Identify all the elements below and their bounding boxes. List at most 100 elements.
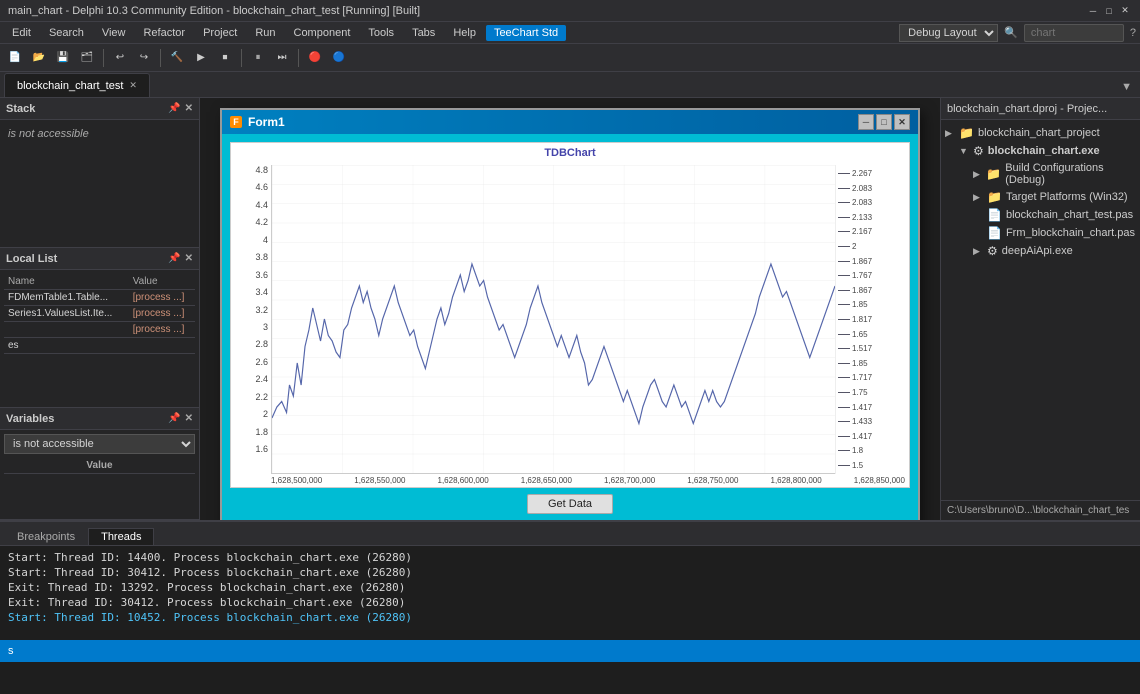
close-btn[interactable]: ✕ [1118,4,1132,18]
stack-pin-icon[interactable]: 📌 [168,103,180,114]
row-value [129,338,195,354]
menu-teechart[interactable]: TeeChart Std [486,25,566,41]
list-close-icon[interactable]: ✕ [185,253,193,264]
console-line: Exit: Thread ID: 13292. Process blockcha… [8,580,1132,595]
tab-blockchain-chart-test[interactable]: blockchain_chart_test ✕ [4,73,150,97]
tab-dropdown-btn[interactable]: ▼ [1117,77,1136,97]
menu-bar: Edit Search View Refactor Project Run Co… [0,22,1140,44]
legend-item: 1.5 [838,461,903,470]
vars-pin-icon[interactable]: 📌 [168,413,180,424]
menu-edit[interactable]: Edit [4,25,39,41]
variables-panel-title: Variables [6,413,54,425]
y-1.6: 1.6 [235,444,268,454]
variables-table: Value [4,458,195,474]
help-icon[interactable]: ? [1130,27,1136,39]
menu-search[interactable]: Search [41,25,92,41]
row-name: FDMemTable1.Table... [4,290,129,306]
tree-item-exe[interactable]: ▼ ⚙ blockchain_chart.exe [945,142,1136,160]
toolbar-extra1[interactable]: 🔴 [304,47,326,69]
row-name [4,322,129,338]
toolbar-save[interactable]: 💾 [52,47,74,69]
maximize-btn[interactable]: □ [1102,4,1116,18]
menu-refactor[interactable]: Refactor [135,25,193,41]
stack-not-accessible: is not accessible [4,124,195,144]
legend-item: 1.85 [838,359,903,368]
project-tree: ▶ 📁 blockchain_chart_project ▼ ⚙ blockch… [941,120,1140,500]
project-panel-header: blockchain_chart.dproj - Projec... [941,98,1140,120]
console-tab-breakpoints[interactable]: Breakpoints [4,528,88,545]
tree-item-label: blockchain_chart_project [978,127,1100,139]
form-close-btn[interactable]: ✕ [894,114,910,130]
tree-item-project[interactable]: ▶ 📁 blockchain_chart_project [945,124,1136,142]
legend-item: 1.767 [838,271,903,280]
y-4.6: 4.6 [235,182,268,192]
menu-tools[interactable]: Tools [360,25,402,41]
tab-label: blockchain_chart_test [17,80,123,92]
console-tab-threads[interactable]: Threads [88,528,154,545]
menu-help[interactable]: Help [445,25,484,41]
variables-dropdown[interactable]: is not accessible [4,434,195,454]
row-name: Series1.ValuesList.Ite... [4,306,129,322]
stack-close-icon[interactable]: ✕ [185,103,193,114]
tree-item-frm-pas[interactable]: ▶ 📄 Frm_blockchain_chart.pas [945,224,1136,242]
toolbar-new[interactable]: 📄 [4,47,26,69]
menu-project[interactable]: Project [195,25,245,41]
chart-container: TDBChart 4.8 4.6 4.4 4.2 4 3.8 3.6 [230,142,910,488]
stack-panel-content: is not accessible [0,120,199,247]
toolbar-run[interactable]: ▶ [190,47,212,69]
chart-title: TDBChart [231,143,909,161]
stack-panel-buttons: 📌 ✕ [168,103,193,114]
y-2.2: 2.2 [235,392,268,402]
legend-item: 2.167 [838,227,903,236]
tree-item-label: Target Platforms (Win32) [1006,191,1128,203]
stack-panel: Stack 📌 ✕ is not accessible [0,98,199,248]
debug-layout-select[interactable]: Debug Layout [899,24,998,42]
row-value: [process ...] [129,322,195,338]
sep1 [103,49,104,67]
menu-view[interactable]: View [94,25,134,41]
pas-file-icon: 📄 [987,208,1002,222]
tree-item-deepai-exe[interactable]: ▶ ⚙ deepAiApi.exe [945,242,1136,260]
vars-close-icon[interactable]: ✕ [185,413,193,424]
get-data-button[interactable]: Get Data [527,494,613,514]
legend-item: 2.083 [838,198,903,207]
left-panels: Stack 📌 ✕ is not accessible Local List 📌… [0,98,200,520]
toolbar-extra2[interactable]: 🔵 [328,47,350,69]
minimize-btn[interactable]: ─ [1086,4,1100,18]
toolbar-step[interactable]: ⏭ [271,47,293,69]
variables-panel: Variables 📌 ✕ is not accessible Value [0,408,199,520]
row-name: es [4,338,129,354]
tree-item-chart-test-pas[interactable]: ▶ 📄 blockchain_chart_test.pas [945,206,1136,224]
list-col-name: Name [4,274,129,290]
toolbar-stop[interactable]: ⏹ [214,47,236,69]
vars-col-value: Value [4,458,195,474]
list-panel-title: Local List [6,253,57,265]
toolbar-undo[interactable]: ↩ [109,47,131,69]
y-3.8: 3.8 [235,252,268,262]
local-list-table: Name Value FDMemTable1.Table... [process… [4,274,195,354]
menu-run[interactable]: Run [247,25,283,41]
list-panel-content: Name Value FDMemTable1.Table... [process… [0,270,199,407]
table-row: es [4,338,195,354]
tree-item-build-config[interactable]: ▶ 📁 Build Configurations (Debug) [945,160,1136,188]
toolbar-open[interactable]: 📂 [28,47,50,69]
toolbar-redo[interactable]: ↪ [133,47,155,69]
menu-component[interactable]: Component [286,25,359,41]
toolbar-save-all[interactable]: 🗂 [76,47,98,69]
project-path: C:\Users\bruno\D...\blockchain_chart_tes [941,500,1140,520]
tab-close-icon[interactable]: ✕ [129,80,137,91]
form-maximize-btn[interactable]: □ [876,114,892,130]
legend-item: 1.75 [838,388,903,397]
tree-item-target-platforms[interactable]: ▶ 📁 Target Platforms (Win32) [945,188,1136,206]
y-3.2: 3.2 [235,305,268,315]
toolbar-pause[interactable]: ⏸ [247,47,269,69]
toolbar-build[interactable]: 🔨 [166,47,188,69]
form1-content: TDBChart 4.8 4.6 4.4 4.2 4 3.8 3.6 [222,134,918,520]
list-pin-icon[interactable]: 📌 [168,253,180,264]
sep2 [160,49,161,67]
search-input[interactable] [1024,24,1124,42]
form-minimize-btn[interactable]: ─ [858,114,874,130]
menu-tabs[interactable]: Tabs [404,25,443,41]
legend-item: 1.817 [838,315,903,324]
status-text: s [8,645,14,657]
